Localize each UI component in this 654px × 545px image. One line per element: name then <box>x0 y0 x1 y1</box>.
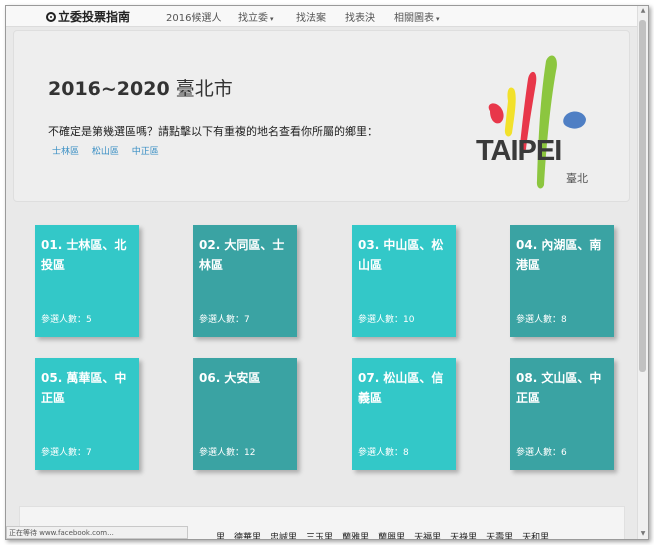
nav-label: 2016候選人 <box>166 13 222 24</box>
top-navbar: 立委投票指南 2016候選人 找立委 ▾ 找法案 找表決 相關圖表 ▾ <box>6 6 638 27</box>
card-title: 03. 中山區、松山區 <box>358 238 444 272</box>
district-link-songshan[interactable]: 松山區 <box>92 147 119 157</box>
brand[interactable]: 立委投票指南 <box>46 8 130 25</box>
logo-subtext: 臺北 <box>566 172 588 185</box>
village-link[interactable]: 德華里 <box>234 533 261 539</box>
scroll-thumb[interactable] <box>639 20 646 372</box>
nav-label: 找立委 <box>238 13 268 24</box>
village-link[interactable]: 天祿里 <box>450 533 477 539</box>
nav-related-charts[interactable]: 相關圖表 ▾ <box>394 9 440 24</box>
candidate-count: 參選人數：7 <box>41 445 92 458</box>
count-label: 參選人數： <box>516 448 562 458</box>
scroll-up-arrow-icon[interactable]: ▲ <box>638 6 648 16</box>
village-link[interactable]: 天和里 <box>522 533 549 539</box>
candidate-count: 參選人數：6 <box>516 445 567 458</box>
district-card[interactable]: 03. 中山區、松山區參選人數：10 <box>352 225 456 337</box>
district-card[interactable]: 01. 士林區、北投區參選人數：5 <box>35 225 139 337</box>
taipei-logo: TAIPEI 臺北 <box>470 49 600 194</box>
district-help-text: 不確定是第幾選區嗎？請點擊以下有重複的地名查看你所屬的鄉里： <box>48 125 378 138</box>
count-label: 參選人數： <box>41 315 87 325</box>
candidate-count: 參選人數：8 <box>516 312 567 325</box>
chevron-down-icon: ▾ <box>270 15 274 23</box>
count-label: 參選人數： <box>516 315 562 325</box>
nav-find-bill[interactable]: 找法案 <box>296 9 326 24</box>
candidate-count: 參選人數：5 <box>41 312 92 325</box>
village-link[interactable]: 三玉里 <box>306 533 333 539</box>
status-bar: 正在等待 www.facebook.com... <box>6 526 188 539</box>
village-link[interactable]: 蘭雅里 <box>342 533 369 539</box>
vertical-scrollbar[interactable]: ▲ ▼ <box>637 6 648 539</box>
district-link-zhongzheng[interactable]: 中正區 <box>132 147 159 157</box>
count-value: 7 <box>244 315 250 325</box>
count-value: 12 <box>244 448 256 458</box>
nav-label: 相關圖表 <box>394 13 434 24</box>
candidate-count: 參選人數：7 <box>199 312 250 325</box>
village-link[interactable]: 忠誠里 <box>270 533 297 539</box>
city-name: 臺北市 <box>175 78 233 100</box>
district-links: 士林區 松山區 中正區 <box>52 144 169 157</box>
district-card[interactable]: 02. 大同區、士林區參選人數：7 <box>193 225 297 337</box>
nav-candidates-2016[interactable]: 2016候選人 <box>166 9 221 24</box>
card-title: 02. 大同區、士林區 <box>199 238 285 272</box>
district-card[interactable]: 04. 內湖區、南港區參選人數：8 <box>510 225 614 337</box>
count-label: 參選人數： <box>358 448 404 458</box>
card-title: 06. 大安區 <box>199 371 261 385</box>
count-label: 參選人數： <box>199 315 245 325</box>
count-label: 參選人數： <box>41 448 87 458</box>
district-card[interactable]: 08. 文山區、中正區參選人數：6 <box>510 358 614 470</box>
village-link[interactable]: 天福里 <box>414 533 441 539</box>
term-years: 2016~2020 <box>48 78 170 100</box>
logo-text: TAIPEI <box>476 135 562 167</box>
district-link-shilin[interactable]: 士林區 <box>52 147 79 157</box>
count-value: 8 <box>561 315 567 325</box>
village-link[interactable]: 蘭興里 <box>378 533 405 539</box>
candidate-count: 參選人數：8 <box>358 445 409 458</box>
card-title: 07. 松山區、信義區 <box>358 371 444 405</box>
card-title: 05. 萬華區、中正區 <box>41 371 127 405</box>
count-value: 8 <box>403 448 409 458</box>
browser-frame: 立委投票指南 2016候選人 找立委 ▾ 找法案 找表決 相關圖表 ▾ 2016~2… <box>5 5 649 540</box>
village-link[interactable]: 天壽里 <box>486 533 513 539</box>
candidate-count: 參選人數：12 <box>199 445 255 458</box>
nav-find-legislator[interactable]: 找立委 ▾ <box>238 9 274 24</box>
scroll-down-arrow-icon[interactable]: ▼ <box>638 529 648 539</box>
district-card[interactable]: 06. 大安區 參選人數：12 <box>193 358 297 470</box>
chevron-down-icon: ▾ <box>436 15 440 23</box>
card-title: 01. 士林區、北投區 <box>41 238 127 272</box>
village-link[interactable]: 里 <box>216 533 225 539</box>
nav-label: 找表決 <box>345 13 375 24</box>
count-label: 參選人數： <box>199 448 245 458</box>
district-card[interactable]: 05. 萬華區、中正區參選人數：7 <box>35 358 139 470</box>
card-title: 08. 文山區、中正區 <box>516 371 602 405</box>
brand-logo-icon <box>46 11 56 22</box>
count-value: 7 <box>86 448 92 458</box>
district-card[interactable]: 07. 松山區、信義區參選人數：8 <box>352 358 456 470</box>
nav-label: 找法案 <box>296 13 326 24</box>
count-value: 6 <box>561 448 567 458</box>
count-value: 5 <box>86 315 92 325</box>
nav-find-vote[interactable]: 找表決 <box>345 9 375 24</box>
village-list: 里 德華里 忠誠里 三玉里 蘭雅里 蘭興里 天福里 天祿里 天壽里 天和里 <box>216 530 558 539</box>
count-value: 10 <box>403 315 415 325</box>
brand-title: 立委投票指南 <box>58 10 131 24</box>
page-title: 2016~2020 臺北市 <box>48 74 233 101</box>
count-label: 參選人數： <box>358 315 404 325</box>
hero-panel: 2016~2020 臺北市 不確定是第幾選區嗎？請點擊以下有重複的地名查看你所屬… <box>13 30 630 202</box>
card-title: 04. 內湖區、南港區 <box>516 238 602 272</box>
candidate-count: 參選人數：10 <box>358 312 414 325</box>
